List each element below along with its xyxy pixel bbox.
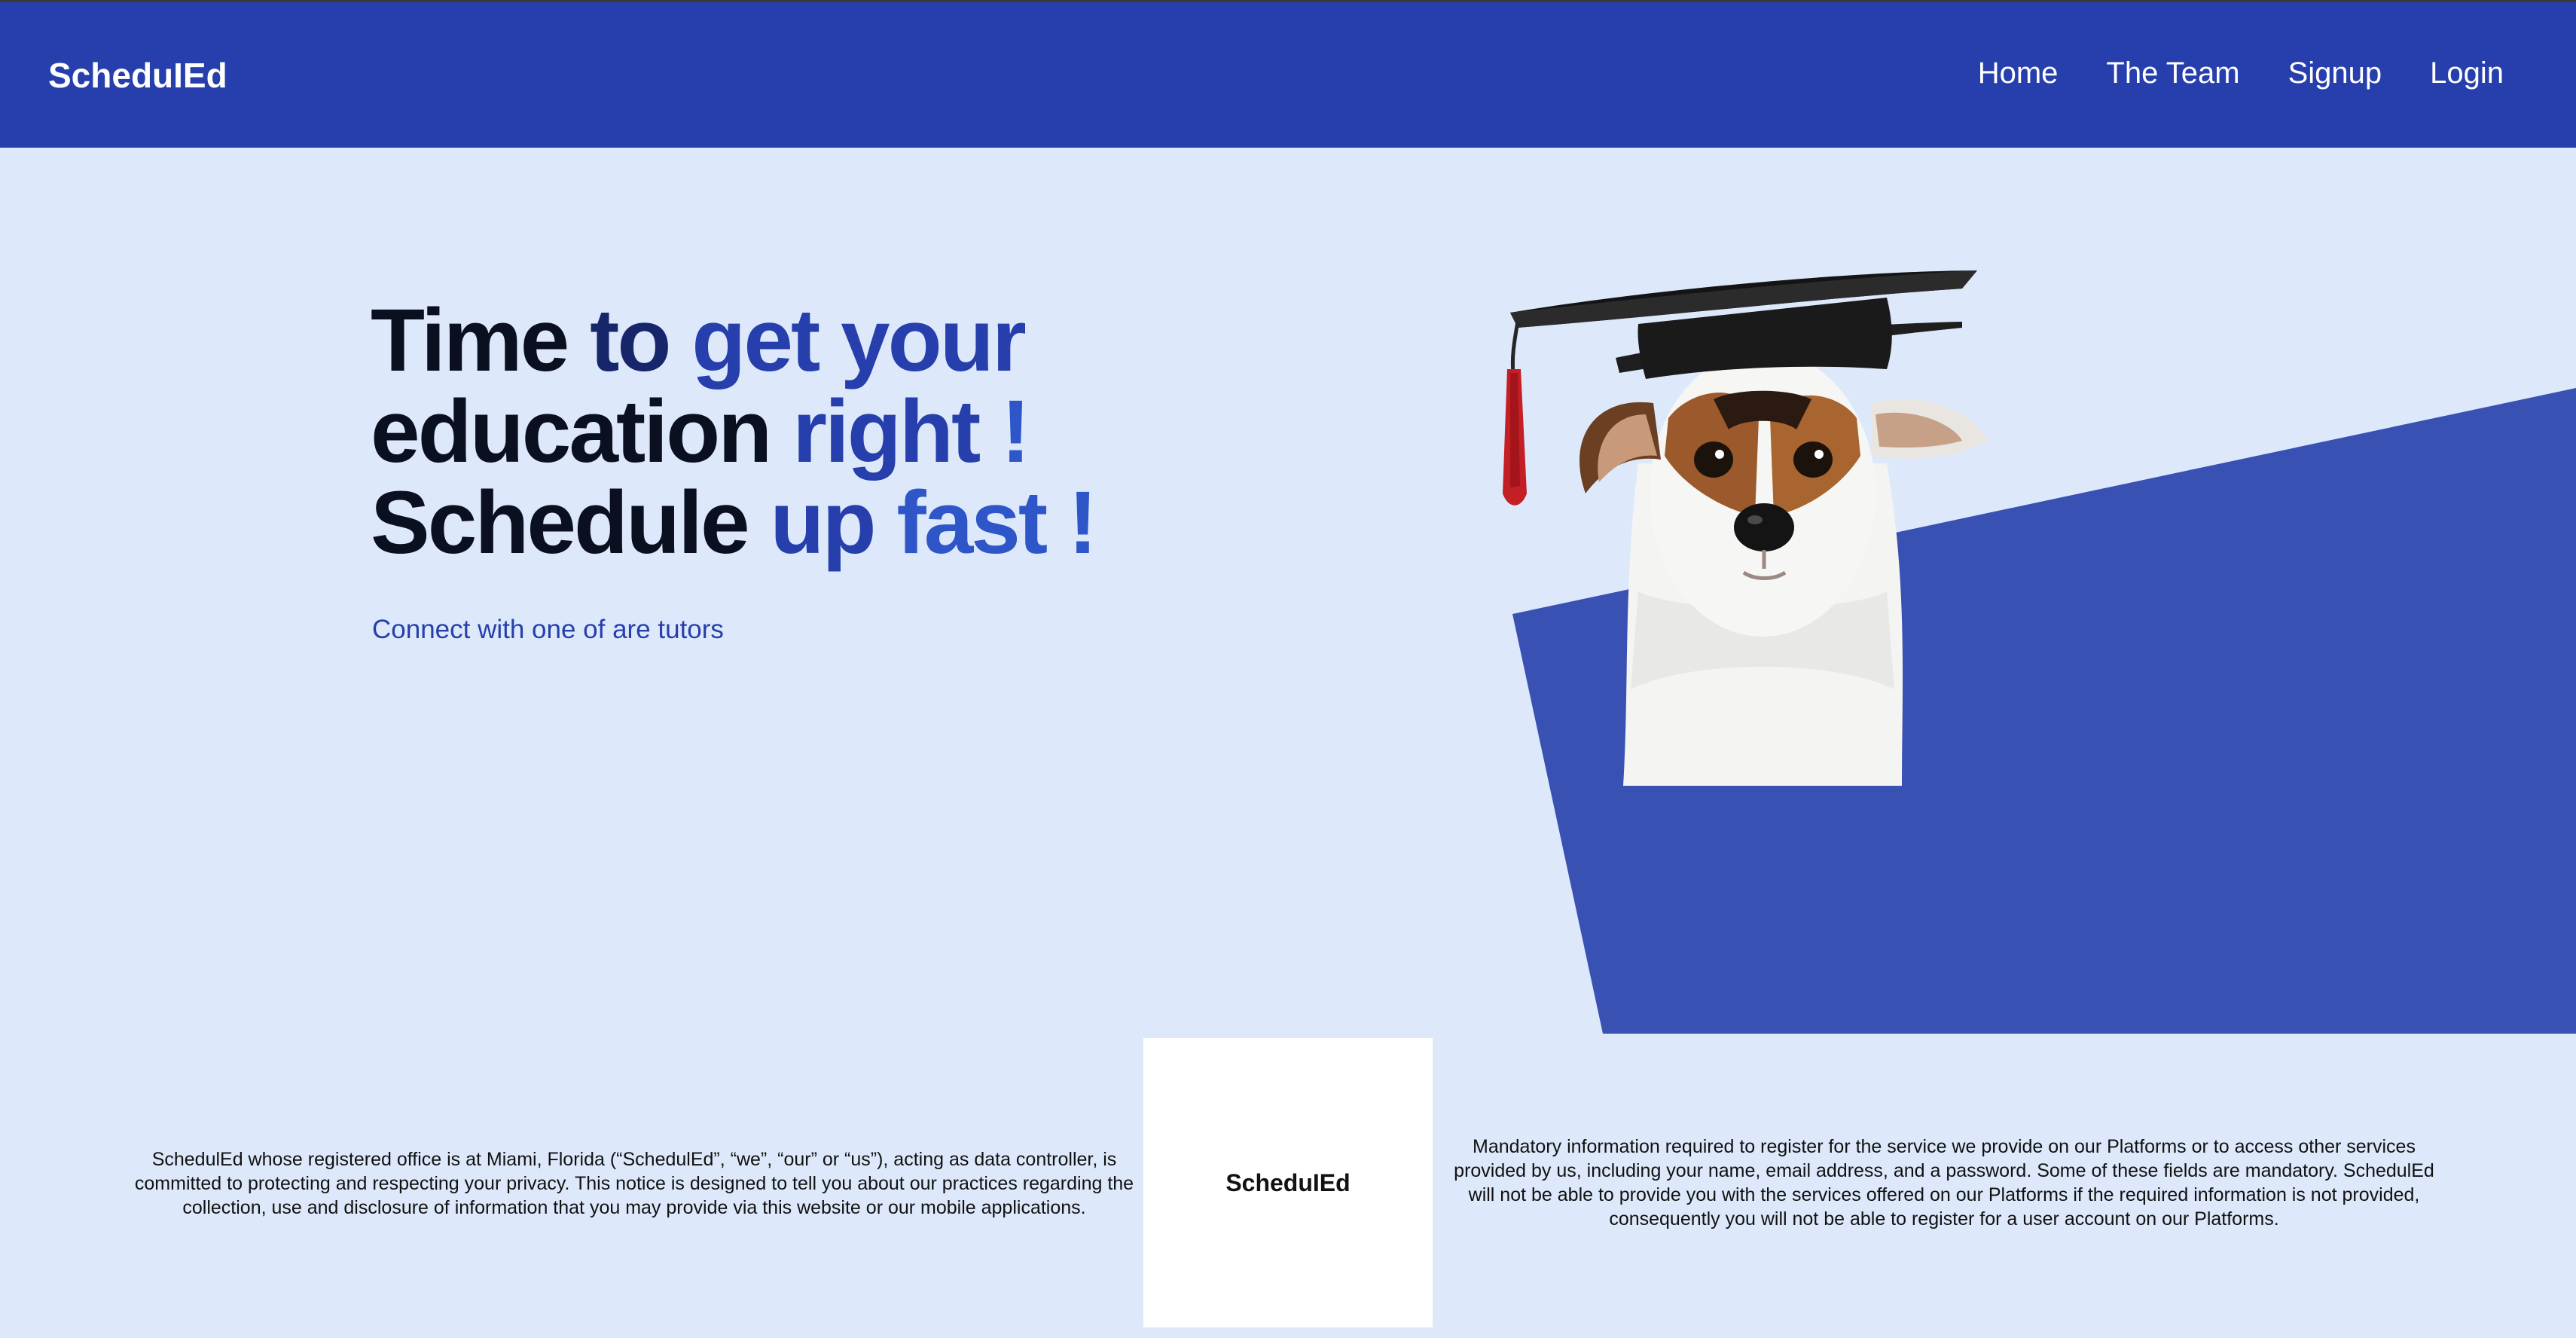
- headline-word: education: [371, 382, 772, 481]
- headline-word: to: [590, 291, 671, 390]
- headline-word: !: [1068, 473, 1097, 573]
- headline-word: Schedule: [371, 473, 750, 573]
- nav-link-home[interactable]: Home: [1978, 57, 2059, 90]
- nav-link-the-team[interactable]: The Team: [2106, 57, 2239, 90]
- footer-privacy-notice: SchedulEd whose registered office is at …: [134, 1149, 1134, 1218]
- graduation-dog-image: [1503, 270, 1988, 786]
- hero-headline: Time to get your education right ! Sched…: [371, 295, 1097, 569]
- headline-word: Time: [371, 291, 569, 390]
- hero-subtitle: Connect with one of are tutors: [372, 615, 724, 644]
- navbar: ScheduIEd Home The Team Signup Login: [0, 0, 2576, 148]
- headline-word: right: [792, 382, 981, 481]
- headline-line-2: education right !: [371, 386, 1095, 478]
- brand-logo-link[interactable]: ScheduIEd: [48, 55, 227, 96]
- headline-word: up: [770, 473, 876, 573]
- footer-mandatory-info: Mandatory information required to regist…: [1454, 1136, 2434, 1230]
- headline-word: fast: [896, 473, 1048, 573]
- nav-link-login[interactable]: Login: [2430, 57, 2504, 90]
- footer-logo-box: ScheduIEd: [1143, 1038, 1433, 1327]
- footer-logo: ScheduIEd: [1225, 1169, 1351, 1196]
- headline-word: get: [691, 291, 820, 390]
- footer: SchedulEd whose registered office is at …: [0, 1038, 2576, 1338]
- nav-links: Home The Team Signup Login: [1978, 57, 2504, 90]
- headline-line-3: Schedule up fast !: [371, 478, 1097, 569]
- headline-word: your: [841, 291, 1027, 390]
- headline-word: !: [1001, 382, 1030, 481]
- nav-link-signup[interactable]: Signup: [2288, 57, 2382, 90]
- headline-line-1: Time to get your: [371, 295, 1095, 386]
